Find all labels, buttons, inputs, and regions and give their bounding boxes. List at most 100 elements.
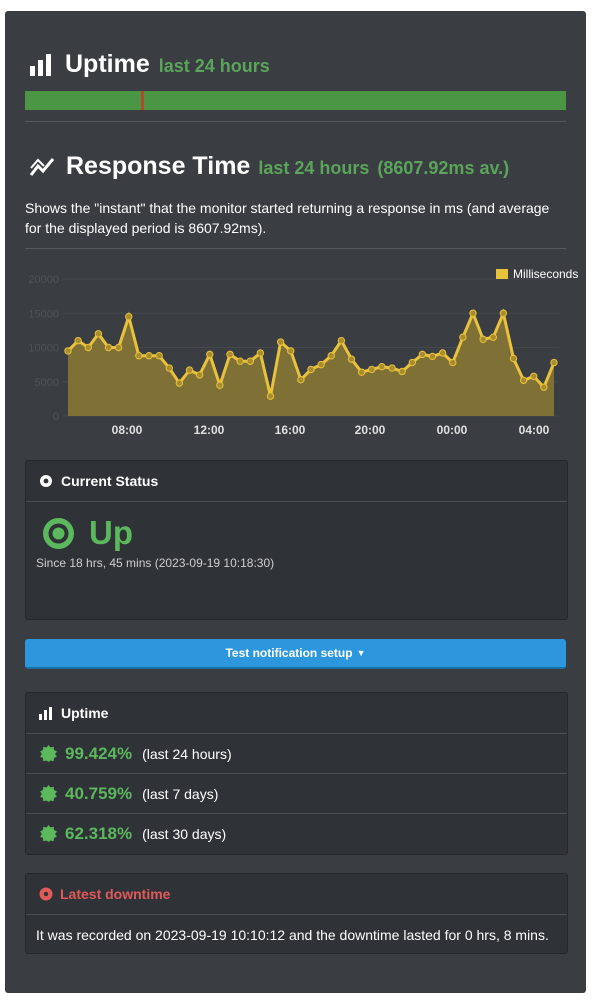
data-point (185, 366, 194, 374)
x-tick-label: 12:00 (194, 423, 225, 437)
data-point (114, 343, 123, 352)
data-point (398, 367, 406, 376)
data-point (378, 362, 386, 371)
legend-label: Milliseconds (513, 267, 578, 281)
uptime-period: (last 7 days) (142, 785, 219, 802)
latest-downtime-header: Latest downtime (26, 874, 567, 915)
data-point (84, 343, 92, 352)
data-point (479, 335, 487, 343)
data-point (408, 358, 416, 367)
response-average: (8607.92ms av.) (377, 158, 510, 178)
data-point (94, 330, 103, 338)
dot-circle-icon (40, 475, 52, 487)
test-notification-button[interactable]: Test notification setup ▼ (25, 639, 566, 669)
data-point (530, 372, 538, 380)
uptime-percent: 99.424% (65, 743, 133, 763)
divider (25, 121, 566, 122)
latest-downtime-text: It was recorded on 2023-09-19 10:10:12 a… (36, 927, 549, 943)
data-point (175, 379, 184, 387)
x-tick-label: 20:00 (355, 423, 386, 437)
times-circle-icon (39, 887, 53, 901)
data-point (459, 333, 467, 341)
current-status-heading: Current Status (61, 473, 159, 489)
data-point (216, 381, 224, 389)
data-point (246, 357, 254, 365)
uptime-row-30d: 62.318% (last 30 days) (26, 814, 567, 853)
data-point (266, 392, 275, 400)
x-tick-label: 08:00 (112, 423, 143, 437)
uptime-bar-downtime-segment (141, 91, 144, 110)
data-point (206, 350, 214, 359)
data-point (104, 343, 113, 352)
data-point (428, 352, 437, 361)
data-point (155, 352, 163, 360)
data-point (287, 347, 295, 355)
data-point (317, 360, 325, 369)
uptime-card-heading: Uptime (61, 705, 109, 721)
response-subtitle: last 24 hours (258, 158, 370, 178)
current-status-card: Current Status Up Since 18 hrs, 45 mins … (25, 460, 568, 620)
y-tick-label: 20000 (28, 274, 59, 286)
x-tick-label: 00:00 (437, 423, 468, 437)
current-status-header: Current Status (26, 461, 567, 502)
uptime-bar (25, 91, 566, 110)
uptime-subtitle: last 24 hours (158, 56, 270, 76)
data-point (195, 371, 204, 379)
data-point (74, 336, 82, 345)
uptime-title: Uptime (65, 50, 150, 78)
y-tick-label: 15000 (28, 308, 59, 320)
uptime-card-header: Uptime (26, 693, 567, 734)
legend-swatch (496, 269, 508, 279)
data-point (297, 375, 305, 384)
data-point (347, 355, 356, 363)
uptime-row-24h: 99.424% (last 24 hours) (26, 734, 567, 774)
data-point (226, 350, 234, 359)
data-point (418, 350, 427, 359)
uptime-row-7d: 40.759% (last 7 days) (26, 774, 567, 814)
data-point (307, 365, 315, 374)
response-title: Response Time (66, 152, 251, 180)
uptime-period: (last 30 days) (142, 825, 227, 842)
response-heading: Response Time last 24 hours (8607.92ms a… (29, 152, 509, 181)
data-point (550, 358, 558, 367)
data-point (368, 365, 376, 374)
series-area (68, 313, 554, 416)
y-tick-label: 0 (53, 411, 59, 423)
certificate-icon (40, 785, 57, 802)
divider (25, 248, 566, 249)
status-value: Up (89, 514, 133, 551)
data-point (388, 364, 396, 372)
response-time-chart: 20000 15000 10000 5000 0 08:00 12:00 16:00 20:00… (28, 267, 578, 437)
data-point (357, 368, 366, 376)
uptime-heading: Uptime last 24 hours (29, 50, 270, 79)
x-tick-label: 16:00 (275, 423, 306, 437)
y-tick-label: 5000 (35, 377, 59, 389)
x-tick-label: 04:00 (519, 423, 550, 437)
status-indicator: Up (42, 514, 133, 552)
monitor-panel: Uptime last 24 hours Response Time last … (5, 11, 586, 993)
data-point (64, 347, 72, 355)
data-point (449, 358, 457, 367)
uptime-percent: 62.318% (65, 823, 133, 843)
status-dot-icon (43, 517, 74, 549)
latest-downtime-heading: Latest downtime (60, 886, 171, 902)
data-point (135, 352, 143, 360)
data-point (256, 349, 265, 357)
data-point (519, 376, 528, 385)
data-point (540, 383, 548, 391)
line-chart-icon (29, 157, 55, 176)
data-point (145, 352, 153, 360)
uptime-period: (last 24 hours) (142, 745, 232, 762)
certificate-icon (40, 825, 57, 842)
data-point (509, 354, 518, 363)
bar-chart-icon (30, 53, 51, 76)
data-point (236, 357, 244, 365)
response-description: Shows the "instant" that the monitor sta… (25, 200, 550, 236)
bar-chart-icon (39, 706, 52, 720)
uptime-percent: 40.759% (65, 783, 133, 803)
y-tick-label: 10000 (28, 343, 59, 355)
data-point (469, 309, 477, 317)
test-notification-label: Test notification setup (225, 646, 353, 660)
uptime-card: Uptime 99.424% (last 24 hours) 40.759% (… (25, 692, 568, 855)
data-point (327, 352, 335, 360)
